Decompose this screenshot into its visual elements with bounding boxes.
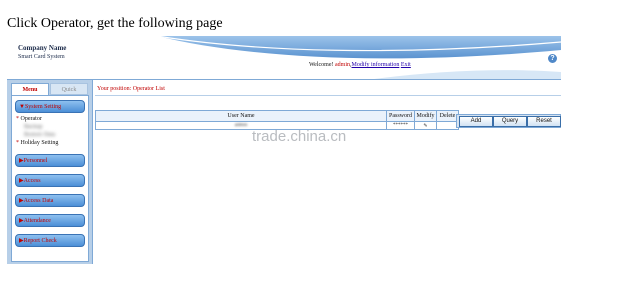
system-name: Smart Card System [18, 54, 65, 60]
tab-menu[interactable]: Menu [11, 83, 49, 95]
menu-item-backup[interactable]: Backup [24, 124, 42, 130]
current-user: admin [335, 62, 351, 68]
welcome-bar: Welcome! admin,Modify information Exit [309, 62, 411, 68]
reset-button[interactable]: Reset [527, 116, 561, 127]
help-icon[interactable]: ? [547, 53, 558, 64]
table-header-row: User Name Password Modify Delete [95, 110, 459, 122]
header-wave-graphic [156, 36, 561, 79]
query-button[interactable]: Query [493, 116, 527, 127]
menu-access-data-button[interactable]: ▶Access Data [15, 194, 85, 207]
menu-system-setting-button[interactable]: ▼System Setting [15, 100, 85, 113]
app-window: Company Name Smart Card System Welcome! … [7, 36, 561, 264]
sidebar-menu-panel: ▼System Setting * Operator Backup Restor… [11, 95, 89, 262]
menu-item-restore-data[interactable]: Restore Data [24, 132, 55, 138]
action-bar: Add Query Reset [456, 114, 561, 128]
column-modify: Modify [414, 110, 437, 122]
modify-information-link[interactable]: Modify information [352, 62, 400, 68]
menu-report-check-button[interactable]: ▶Report Check [15, 234, 85, 247]
menu-attendance-button[interactable]: ▶Attendance [15, 214, 85, 227]
operator-table: User Name Password Modify Delete admin *… [95, 110, 459, 130]
pencil-icon[interactable]: ✎ [414, 121, 437, 130]
tab-quick[interactable]: Quick [50, 83, 88, 95]
column-user-name: User Name [95, 110, 387, 122]
sidebar: Menu Quick ▼System Setting * Operator Ba… [7, 80, 93, 264]
sidebar-tabs: Menu Quick [11, 83, 89, 95]
welcome-text: Welcome! [309, 62, 334, 68]
page-caption: Click Operator, get the following page [7, 16, 223, 31]
menu-access-button[interactable]: ▶Access [15, 174, 85, 187]
menu-item-operator[interactable]: * Operator [16, 116, 42, 122]
add-button[interactable]: Add [459, 116, 493, 127]
cell-password: ****** [386, 121, 415, 130]
company-name: Company Name [18, 44, 67, 52]
menu-item-holiday-setting[interactable]: * Holiday Setting [16, 140, 58, 146]
exit-link[interactable]: Exit [401, 62, 411, 68]
column-password: Password [386, 110, 415, 122]
menu-personnel-button[interactable]: ▶Personnel [15, 154, 85, 167]
app-header: Company Name Smart Card System Welcome! … [7, 36, 561, 80]
main-content: Your position: Operator List User Name P… [95, 80, 561, 264]
watermark: trade.china.cn [252, 128, 347, 145]
breadcrumb: Your position: Operator List [95, 82, 561, 96]
